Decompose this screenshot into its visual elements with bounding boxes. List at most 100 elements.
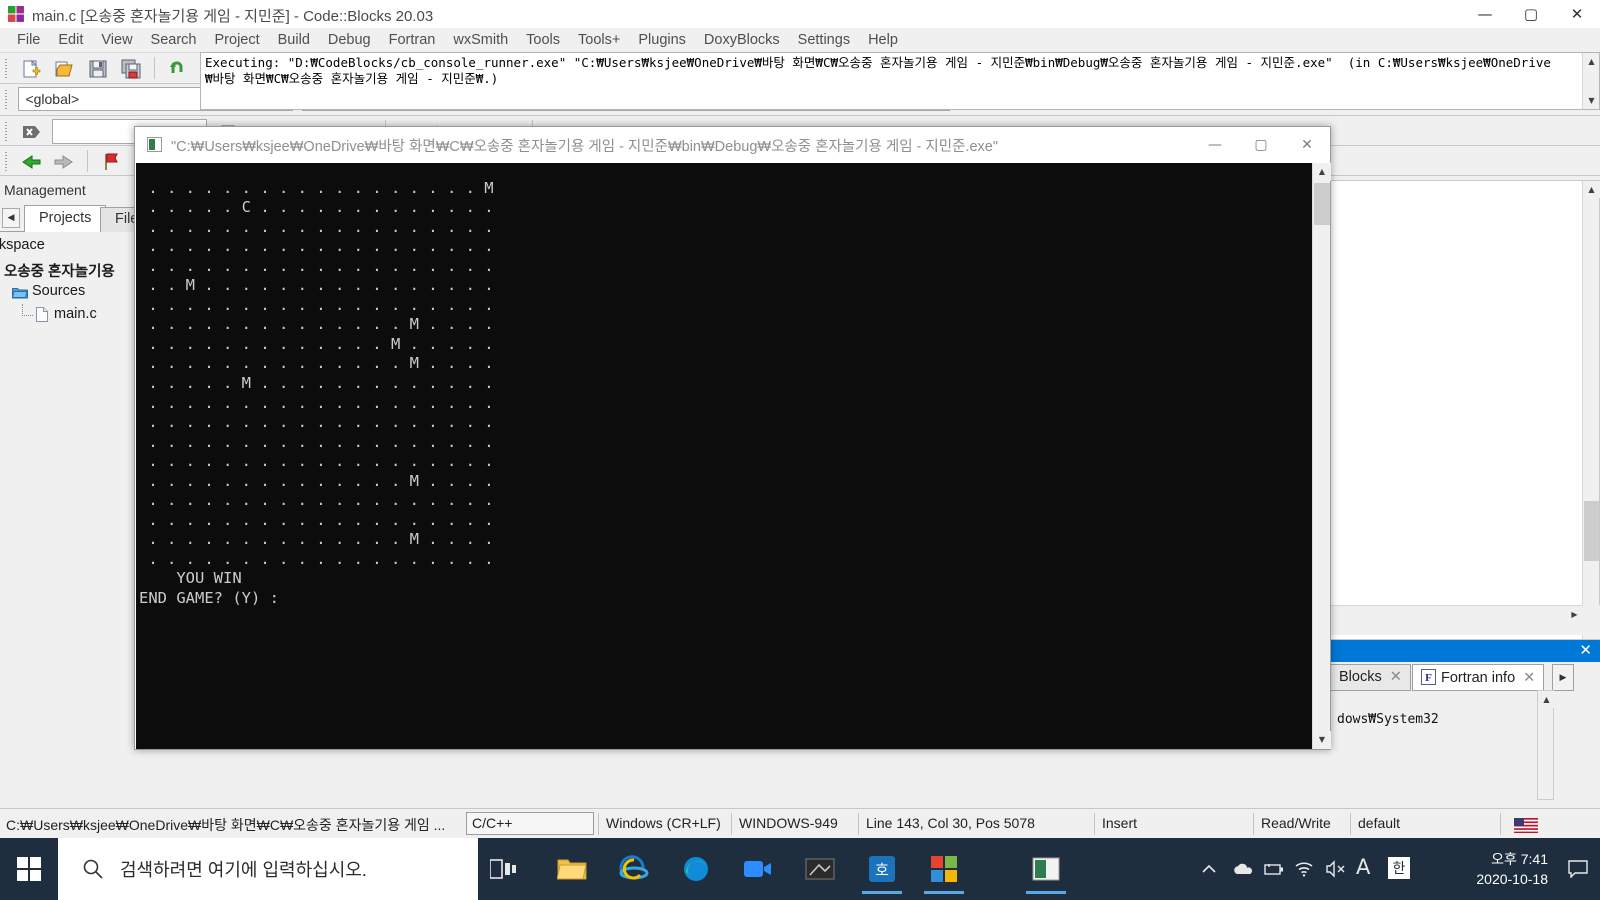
- scroll-down-icon[interactable]: ▼: [1313, 731, 1331, 749]
- close-icon[interactable]: ✕: [1390, 669, 1402, 685]
- new-file-icon[interactable]: [17, 55, 44, 82]
- status-eol: Windows (CR+LF): [606, 815, 721, 831]
- close-icon[interactable]: ✕: [1523, 670, 1535, 686]
- tree-label: rkspace: [0, 237, 45, 253]
- volume-muted-icon[interactable]: [1325, 860, 1347, 878]
- status-encoding: WINDOWS-949: [739, 815, 838, 831]
- scroll-thumb[interactable]: [1584, 501, 1599, 561]
- menu-help[interactable]: Help: [859, 30, 907, 50]
- status-separator: [731, 813, 732, 835]
- menu-tools-plus[interactable]: Tools+: [569, 30, 629, 50]
- hancom-icon[interactable]: 호: [856, 844, 908, 894]
- scope-value: <global>: [25, 91, 80, 107]
- console-minimize-button[interactable]: —: [1192, 127, 1238, 163]
- notification-icon[interactable]: [1568, 860, 1588, 878]
- window-titlebar: main.c [오송중 혼자놀기용 게임 - 지민준] - Code::Bloc…: [0, 0, 1600, 28]
- save-icon[interactable]: [84, 55, 111, 82]
- taskbar-search[interactable]: 검색하려면 여기에 입력하십시오.: [58, 838, 478, 900]
- taskbar-clock[interactable]: 오후 7:41 2020-10-18: [1476, 849, 1548, 889]
- scroll-up-icon[interactable]: ▲: [1583, 53, 1599, 70]
- logtab-blocks[interactable]: Blocks ✕: [1330, 664, 1411, 691]
- toolbar-grip[interactable]: [3, 120, 10, 142]
- fortran-icon: F: [1421, 669, 1436, 685]
- task-view-icon[interactable]: [490, 856, 518, 882]
- log-line: ₩바탕 화면₩C₩오송중 혼자놀기용 게임 - 지민준₩.): [205, 71, 499, 86]
- chevron-up-icon[interactable]: [1200, 860, 1218, 878]
- ime-a-icon[interactable]: A: [1356, 855, 1370, 879]
- console-app-icon[interactable]: [1020, 844, 1072, 894]
- menu-view[interactable]: View: [92, 30, 141, 50]
- menu-search[interactable]: Search: [142, 30, 206, 50]
- ime-han-icon[interactable]: 한: [1388, 857, 1410, 879]
- undo-icon[interactable]: [165, 55, 192, 82]
- console-maximize-button[interactable]: ▢: [1238, 127, 1284, 163]
- toolbar-separator: [87, 150, 89, 172]
- window-title: main.c [오송중 혼자놀기용 게임 - 지민준] - Code::Bloc…: [32, 8, 434, 25]
- tree-label: 오송중 혼자놀기용: [4, 264, 115, 280]
- battery-icon[interactable]: [1263, 860, 1285, 878]
- file-explorer-icon[interactable]: [546, 844, 598, 894]
- log-vertical-scrollbar[interactable]: ▲ ▼: [1582, 53, 1599, 109]
- menu-wxsmith[interactable]: wxSmith: [444, 30, 517, 50]
- open-file-icon[interactable]: [51, 55, 78, 82]
- menu-file[interactable]: File: [8, 30, 49, 50]
- menu-fortran[interactable]: Fortran: [380, 30, 445, 50]
- scroll-thumb[interactable]: [1314, 183, 1330, 225]
- toolbar-grip[interactable]: [3, 88, 10, 110]
- status-separator: [1094, 813, 1095, 835]
- menu-doxyblocks[interactable]: DoxyBlocks: [695, 30, 789, 50]
- goto-next-icon[interactable]: [51, 148, 78, 175]
- wifi-icon[interactable]: [1294, 860, 1314, 878]
- editor-vertical-scrollbar[interactable]: ▲ ▼: [1582, 181, 1600, 639]
- maximize-button[interactable]: ▢: [1508, 0, 1554, 28]
- status-separator: [858, 813, 859, 835]
- save-all-icon[interactable]: [118, 55, 145, 82]
- logs-panel-header: ✕: [1330, 640, 1600, 662]
- goto-prev-icon[interactable]: [17, 148, 44, 175]
- clear-search-icon[interactable]: [17, 118, 44, 145]
- zoom-icon[interactable]: [732, 844, 784, 894]
- scroll-up-icon[interactable]: ▲: [1313, 163, 1331, 181]
- menu-edit[interactable]: Edit: [49, 30, 92, 50]
- toolbar-grip[interactable]: [3, 150, 10, 172]
- management-title: Management: [4, 182, 86, 198]
- tab-scroll-left-icon[interactable]: ◀: [2, 208, 20, 228]
- menu-tools[interactable]: Tools: [517, 30, 569, 50]
- tab-projects[interactable]: Projects: [24, 205, 107, 232]
- toolbar-grip[interactable]: [3, 57, 10, 79]
- windows-logo-icon: [17, 857, 41, 881]
- toggle-bookmark-icon[interactable]: [98, 148, 125, 175]
- menu-build[interactable]: Build: [269, 30, 319, 50]
- search-icon: [83, 859, 103, 879]
- menu-debug[interactable]: Debug: [319, 30, 380, 50]
- scroll-right-icon[interactable]: ▶: [1566, 606, 1583, 623]
- right-panel-scrollbar[interactable]: ▲: [1537, 690, 1555, 800]
- internet-explorer-icon[interactable]: [608, 844, 660, 894]
- logtab-overflow-icon[interactable]: ▶: [1552, 664, 1574, 691]
- minimize-button[interactable]: —: [1462, 0, 1508, 28]
- codeblocks-logo-icon: [8, 6, 24, 22]
- menu-project[interactable]: Project: [206, 30, 269, 50]
- menu-plugins[interactable]: Plugins: [629, 30, 695, 50]
- console-output-area[interactable]: . . . . . . . . . . . . . . . . . . M . …: [136, 163, 1314, 749]
- start-button[interactable]: [0, 838, 58, 900]
- close-button[interactable]: ✕: [1554, 0, 1600, 28]
- menu-settings[interactable]: Settings: [789, 30, 859, 50]
- scroll-up-icon[interactable]: ▲: [1583, 181, 1600, 198]
- status-access: Read/Write: [1261, 815, 1331, 831]
- logtab-fortran-info[interactable]: F Fortran info ✕: [1412, 664, 1545, 691]
- console-titlebar[interactable]: "C:₩Users₩ksjee₩OneDrive₩바탕 화면₩C₩오송중 혼자놀…: [135, 127, 1330, 163]
- edge-icon[interactable]: [670, 844, 722, 894]
- build-log-body[interactable]: Executing: "D:₩CodeBlocks/cb_console_run…: [200, 52, 1600, 110]
- office-icon[interactable]: [918, 844, 970, 894]
- status-language-box[interactable]: C/C++: [466, 812, 594, 835]
- folder-icon: [12, 288, 28, 299]
- scroll-down-icon[interactable]: ▼: [1583, 92, 1599, 109]
- console-close-button[interactable]: ✕: [1284, 127, 1330, 163]
- onedrive-icon[interactable]: [1232, 860, 1254, 878]
- close-icon[interactable]: ✕: [1579, 641, 1592, 659]
- media-icon[interactable]: [794, 844, 846, 894]
- console-scrollbar[interactable]: ▲ ▼: [1312, 163, 1331, 749]
- scroll-up-icon[interactable]: ▲: [1538, 691, 1555, 708]
- toolbar-separator: [154, 57, 156, 79]
